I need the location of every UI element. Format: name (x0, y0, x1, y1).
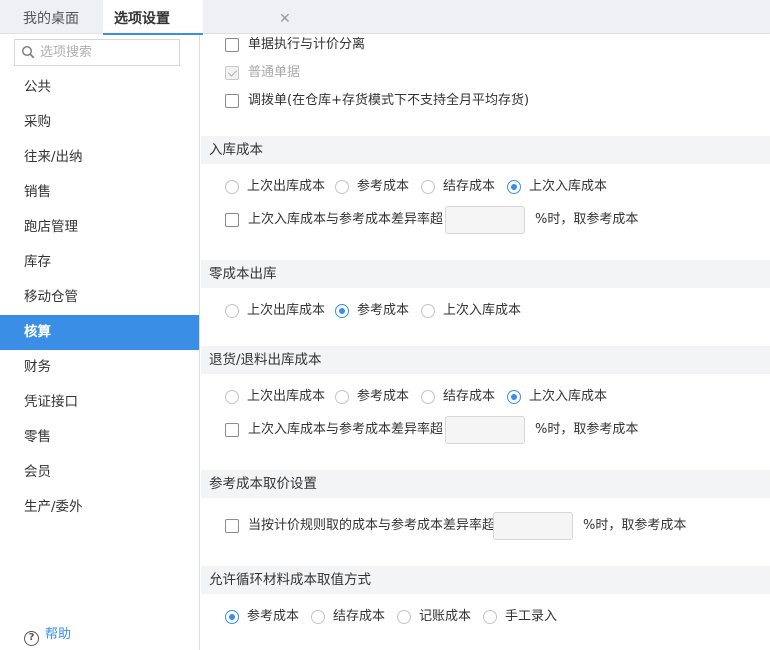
sidebar-item-sales[interactable]: 销售 (0, 175, 199, 210)
inbound-rule-checkbox[interactable] (225, 213, 239, 227)
inbound-label-balance: 结存成本 (443, 179, 496, 194)
return-radio-reference[interactable] (335, 390, 349, 404)
recycle-label-booked: 记账成本 (419, 609, 472, 624)
section-reference-price: 参考成本取价设置 (201, 470, 770, 498)
sidebar-item-member[interactable]: 会员 (0, 455, 199, 490)
zero-radio-last-out[interactable] (225, 304, 239, 318)
tab-my-desktop[interactable]: 我的桌面 (0, 0, 102, 34)
return-rule-label: 上次入库成本与参考成本差异率超 (248, 422, 444, 437)
recycle-radio-balance[interactable] (311, 610, 325, 624)
zero-radio-reference[interactable] (335, 304, 349, 318)
sidebar-item-public[interactable]: 公共 (0, 70, 199, 105)
return-label-last-out: 上次出库成本 (247, 389, 326, 404)
recycle-radio-reference[interactable] (225, 610, 239, 624)
sidebar-item-voucher-interface[interactable]: 凭证接口 (0, 385, 199, 420)
tab-options-label: 选项设置 (114, 11, 170, 27)
sidebar: 公共 采购 往来/出纳 销售 跑店管理 库存 移动仓管 核算 财务 凭证接口 零… (0, 35, 200, 650)
inbound-label-reference: 参考成本 (357, 179, 410, 194)
inbound-label-last-out: 上次出库成本 (247, 179, 326, 194)
return-rate-input[interactable] (445, 416, 525, 444)
ref-price-rule-label: 当按计价规则取的成本与参考成本差异率超 (248, 518, 496, 533)
return-radio-last-in[interactable] (507, 390, 521, 404)
inbound-radio-last-in[interactable] (507, 180, 521, 194)
sidebar-item-production-outsourcing[interactable]: 生产/委外 (0, 490, 199, 525)
return-label-reference: 参考成本 (357, 389, 410, 404)
search-input[interactable] (40, 43, 176, 62)
inbound-radio-balance[interactable] (421, 180, 435, 194)
separate-label: 单据执行与计价分离 (248, 37, 366, 52)
sidebar-item-inventory[interactable]: 库存 (0, 245, 199, 280)
recycle-label-balance: 结存成本 (333, 609, 386, 624)
recycle-label-manual: 手工录入 (505, 609, 558, 624)
tab-bar: 我的桌面 选项设置 ✕ (0, 0, 770, 35)
ref-price-rule-checkbox[interactable] (225, 519, 239, 533)
return-label-balance: 结存成本 (443, 389, 496, 404)
section-return-cost: 退货/退料出库成本 (201, 346, 770, 374)
inbound-label-last-in: 上次入库成本 (529, 179, 608, 194)
inbound-radio-reference[interactable] (335, 180, 349, 194)
ref-price-rule-suffix: %时，取参考成本 (583, 518, 687, 533)
sidebar-item-accounting[interactable]: 核算 (0, 315, 199, 350)
normal-checkbox (225, 66, 239, 80)
return-rule-checkbox[interactable] (225, 423, 239, 437)
search-box (14, 39, 180, 66)
return-radio-balance[interactable] (421, 390, 435, 404)
sidebar-item-store-visit[interactable]: 跑店管理 (0, 210, 199, 245)
section-zero-cost: 零成本出库 (201, 260, 770, 288)
transfer-label: 调拨单(在仓库+存货模式下不支持全月平均存货) (248, 93, 530, 108)
sidebar-item-accounts-cashier[interactable]: 往来/出纳 (0, 140, 199, 175)
return-label-last-in: 上次入库成本 (529, 389, 608, 404)
help-label: 帮助 (45, 627, 72, 642)
sidebar-item-purchase[interactable]: 采购 (0, 105, 199, 140)
return-radio-last-out[interactable] (225, 390, 239, 404)
help-icon: ? (24, 631, 39, 646)
inbound-rule-suffix: %时，取参考成本 (535, 212, 639, 227)
section-recycle-material: 允许循环材料成本取值方式 (201, 566, 770, 594)
recycle-radio-booked[interactable] (397, 610, 411, 624)
inbound-radio-last-out[interactable] (225, 180, 239, 194)
sidebar-item-finance[interactable]: 财务 (0, 350, 199, 385)
close-icon[interactable]: ✕ (279, 0, 291, 38)
recycle-label-reference: 参考成本 (247, 609, 300, 624)
help-link[interactable]: ? 帮助 (24, 625, 72, 646)
return-rule-suffix: %时，取参考成本 (535, 422, 639, 437)
section-inbound-cost: 入库成本 (201, 136, 770, 164)
search-icon (21, 45, 35, 63)
sidebar-nav: 公共 采购 往来/出纳 销售 跑店管理 库存 移动仓管 核算 财务 凭证接口 零… (0, 70, 199, 525)
transfer-checkbox[interactable] (225, 94, 239, 108)
inbound-rate-input[interactable] (445, 206, 525, 234)
inbound-rule-label: 上次入库成本与参考成本差异率超 (248, 212, 444, 227)
recycle-radio-manual[interactable] (483, 610, 497, 624)
tab-options-settings[interactable]: 选项设置 ✕ (103, 0, 291, 35)
sidebar-item-retail[interactable]: 零售 (0, 420, 199, 455)
ref-price-rate-input[interactable] (493, 512, 573, 540)
separate-checkbox[interactable] (225, 38, 239, 52)
zero-radio-last-in[interactable] (421, 304, 435, 318)
options-content: 单据执行与计价分离 普通单据 调拨单(在仓库+存货模式下不支持全月平均存货) 入… (201, 35, 770, 650)
zero-label-last-in: 上次入库成本 (443, 303, 522, 318)
normal-label: 普通单据 (248, 65, 301, 80)
zero-label-reference: 参考成本 (357, 303, 410, 318)
sidebar-item-mobile-warehouse[interactable]: 移动仓管 (0, 280, 199, 315)
zero-label-last-out: 上次出库成本 (247, 303, 326, 318)
